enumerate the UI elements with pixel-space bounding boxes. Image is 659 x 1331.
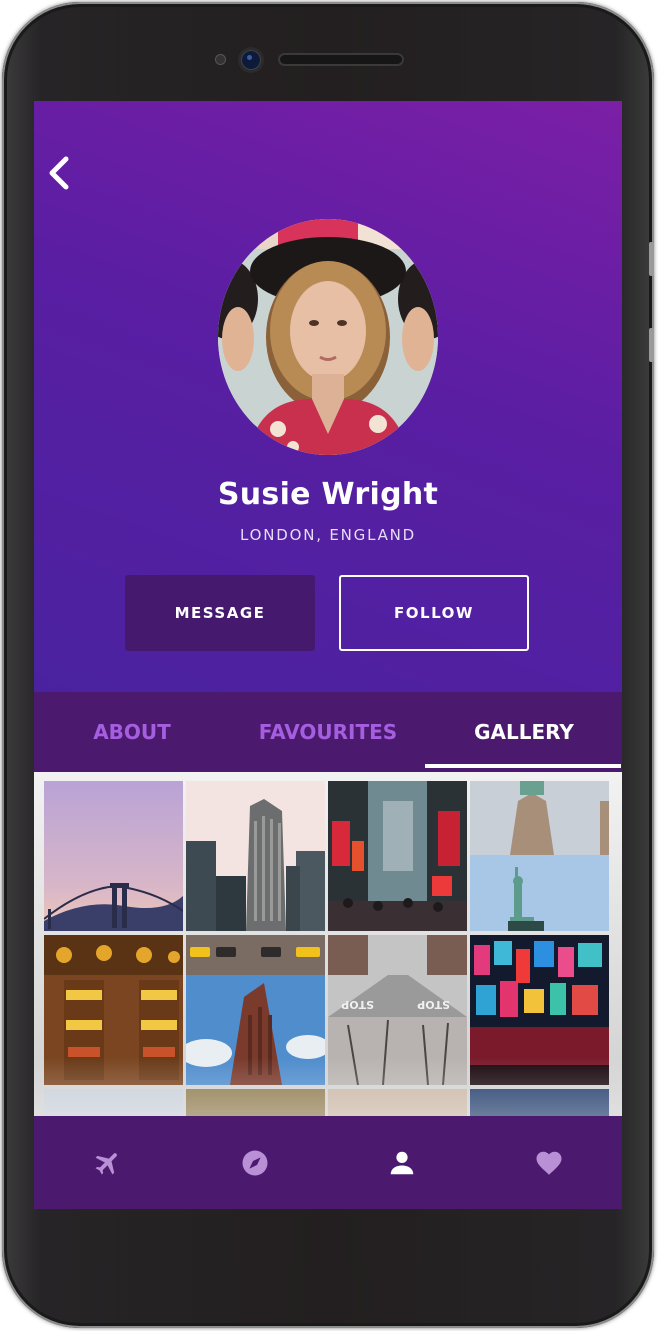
gallery-item-flatiron[interactable] bbox=[186, 781, 325, 931]
bottom-navigation bbox=[34, 1116, 622, 1209]
back-button[interactable] bbox=[44, 153, 80, 193]
chevron-left-icon bbox=[49, 156, 69, 190]
app-screen: Susie Wright LONDON, ENGLAND MESSAGE FOL… bbox=[34, 101, 622, 1209]
heart-icon bbox=[536, 1151, 561, 1175]
earpiece-speaker bbox=[278, 53, 404, 66]
nav-flights[interactable] bbox=[34, 1116, 181, 1209]
profile-name: Susie Wright bbox=[217, 477, 439, 512]
tab-favourites[interactable]: FAVOURITES bbox=[230, 692, 426, 772]
message-button[interactable]: MESSAGE bbox=[125, 575, 315, 651]
tab-about[interactable]: ABOUT bbox=[34, 692, 230, 772]
gallery-item-partial-4[interactable] bbox=[470, 1089, 609, 1117]
person-icon bbox=[390, 1151, 413, 1174]
follow-button[interactable]: FOLLOW bbox=[339, 575, 529, 651]
tab-gallery[interactable]: GALLERY bbox=[426, 692, 622, 772]
compass-icon bbox=[242, 1150, 267, 1175]
sensor-dot bbox=[215, 54, 226, 65]
svg-text:STOP: STOP bbox=[341, 998, 374, 1011]
profile-tabs: ABOUT FAVOURITES GALLERY bbox=[34, 692, 622, 772]
gallery-item-food-market[interactable] bbox=[44, 935, 183, 1085]
nav-explore[interactable] bbox=[181, 1116, 328, 1209]
gallery-item-times-square[interactable] bbox=[328, 781, 467, 931]
gallery-item-partial-1[interactable] bbox=[44, 1089, 183, 1117]
active-tab-indicator bbox=[425, 764, 621, 768]
gallery-item-stop-street[interactable]: STOP STOP bbox=[328, 935, 467, 1085]
volume-button bbox=[649, 242, 654, 276]
front-camera bbox=[241, 50, 261, 70]
profile-location: LONDON, ENGLAND bbox=[239, 526, 417, 544]
nav-profile[interactable] bbox=[328, 1116, 475, 1209]
gallery-item-partial-2[interactable] bbox=[186, 1089, 325, 1117]
svg-text:STOP: STOP bbox=[417, 998, 450, 1011]
gallery-item-partial-3[interactable] bbox=[328, 1089, 467, 1117]
gallery-item-neon-billboards[interactable] bbox=[470, 935, 609, 1085]
avatar bbox=[218, 219, 438, 455]
profile-header: Susie Wright LONDON, ENGLAND MESSAGE FOL… bbox=[34, 101, 622, 692]
avatar-photo bbox=[218, 219, 438, 455]
airplane-icon bbox=[95, 1152, 117, 1174]
gallery-item-taxi-building[interactable] bbox=[186, 935, 325, 1085]
gallery-item-statue-liberty[interactable] bbox=[470, 781, 609, 931]
gallery-item-bridge[interactable] bbox=[44, 781, 183, 931]
nav-favourites[interactable] bbox=[475, 1116, 622, 1209]
photo-gallery: STOP STOP bbox=[34, 772, 622, 1117]
power-button bbox=[649, 328, 654, 362]
